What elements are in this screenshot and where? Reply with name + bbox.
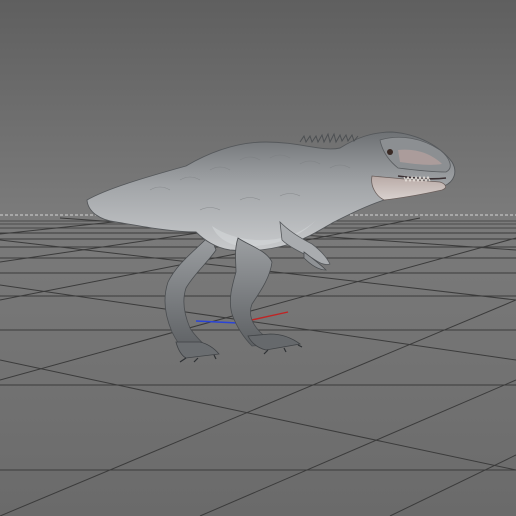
viewport-canvas[interactable] (0, 0, 516, 516)
3d-viewport[interactable] (0, 0, 516, 516)
dinosaur-eye (387, 149, 393, 155)
